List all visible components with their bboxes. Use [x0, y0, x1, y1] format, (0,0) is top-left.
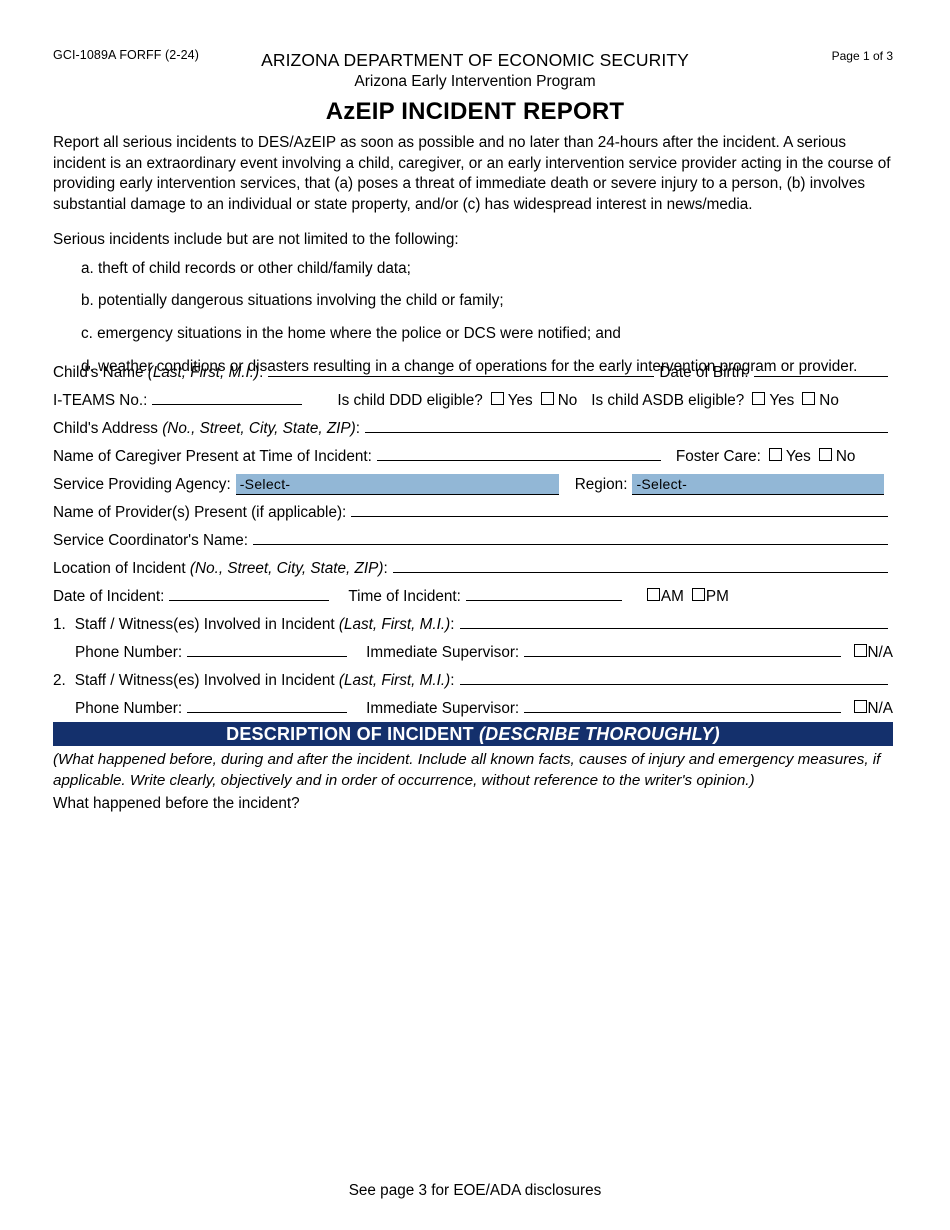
- providers-label: Name of Provider(s) Present (if applicab…: [53, 504, 347, 521]
- supervisor1-input[interactable]: [524, 642, 841, 657]
- form-page: GCI-1089A FORFF (2-24) Page 1 of 3 ARIZO…: [0, 0, 950, 1230]
- serious-incident-list: a. theft of child records or other child…: [53, 259, 893, 378]
- service-agency-select[interactable]: -Select-: [235, 474, 559, 495]
- ddd-yes-checkbox[interactable]: [490, 392, 504, 405]
- coordinator-label: Service Coordinator's Name:: [53, 532, 249, 549]
- description-note: (What happened before, during and after …: [53, 751, 881, 789]
- iteams-input[interactable]: [152, 390, 303, 405]
- caregiver-label: Name of Caregiver Present at Time of Inc…: [53, 448, 372, 465]
- am-label: AM: [660, 588, 684, 605]
- row-staff-1: 1. Staff / Witness(es) Involved in Incid…: [53, 614, 893, 642]
- child-name-label: Child's Name (Last, First, M.I.):: [53, 364, 264, 381]
- supervisor2-label: Immediate Supervisor:: [366, 700, 520, 717]
- time-incident-input[interactable]: [465, 586, 622, 601]
- service-agency-label: Service Providing Agency:: [53, 476, 231, 493]
- list-item: a. theft of child records or other child…: [81, 259, 411, 277]
- location-input[interactable]: [392, 558, 888, 573]
- providers-input[interactable]: [351, 502, 888, 517]
- supervisor1-na-checkbox[interactable]: [853, 644, 867, 657]
- supervisor2-na-checkbox[interactable]: [853, 700, 867, 713]
- staff2-input[interactable]: [459, 670, 888, 685]
- date-of-birth-input[interactable]: [753, 362, 888, 377]
- child-name-input[interactable]: [268, 362, 655, 377]
- description-banner: DESCRIPTION OF INCIDENT (DESCRIBE THOROU…: [53, 722, 893, 746]
- staff1-label: Staff / Witness(es) Involved in Incident…: [74, 616, 455, 633]
- child-address-label: Child's Address (No., Street, City, Stat…: [53, 420, 360, 437]
- phone2-label: Phone Number:: [75, 700, 183, 717]
- ddd-no-label: No: [557, 392, 578, 409]
- program-name: Arizona Early Intervention Program: [354, 73, 596, 90]
- supervisor1-na-label: N/A: [867, 644, 894, 661]
- row-providers: Name of Provider(s) Present (if applicab…: [53, 502, 893, 530]
- location-label: Location of Incident (No., Street, City,…: [53, 560, 388, 577]
- row-date-time-incident: Date of Incident: Time of Incident: AM P…: [53, 586, 893, 614]
- ddd-eligible-label: Is child DDD eligible?: [337, 392, 483, 409]
- supervisor2-na-label: N/A: [867, 700, 894, 717]
- staff1-input[interactable]: [459, 614, 888, 629]
- phone1-label: Phone Number:: [75, 644, 183, 661]
- row-coordinator: Service Coordinator's Name:: [53, 530, 893, 558]
- row-phone-supervisor-1: Phone Number: Immediate Supervisor: N/A: [53, 642, 893, 670]
- row-child-address: Child's Address (No., Street, City, Stat…: [53, 418, 893, 446]
- page-title: AzEIP INCIDENT REPORT: [325, 98, 625, 125]
- list-item: c. emergency situations in the home wher…: [81, 324, 621, 342]
- row-child-name: Child's Name (Last, First, M.I.): Date o…: [53, 362, 893, 390]
- region-label: Region:: [574, 476, 628, 493]
- bullets-lead-in: Serious incidents include but are not li…: [53, 230, 459, 248]
- description-question: What happened before the incident?: [53, 795, 300, 812]
- region-select[interactable]: -Select-: [632, 474, 885, 495]
- ddd-yes-label: Yes: [507, 392, 533, 409]
- staff1-number: 1.: [53, 616, 66, 633]
- foster-care-yes-label: Yes: [785, 448, 811, 465]
- time-incident-label: Time of Incident:: [348, 588, 461, 605]
- asdb-no-checkbox[interactable]: [802, 392, 816, 405]
- foster-care-label: Foster Care:: [675, 448, 761, 465]
- iteams-label: I-TEAMS No.:: [53, 392, 148, 409]
- child-address-input[interactable]: [364, 418, 888, 433]
- am-checkbox[interactable]: [646, 588, 660, 601]
- banner-main-text: DESCRIPTION OF INCIDENT: [226, 724, 479, 744]
- foster-care-no-checkbox[interactable]: [818, 448, 832, 461]
- intro-section: Report all serious incidents to DES/AzEI…: [53, 133, 893, 389]
- banner-italic-text: (DESCRIBE THOROUGHLY): [478, 724, 720, 744]
- supervisor1-label: Immediate Supervisor:: [366, 644, 520, 661]
- asdb-no-label: No: [819, 392, 839, 409]
- foster-care-yes-checkbox[interactable]: [768, 448, 782, 461]
- staff2-label: Staff / Witness(es) Involved in Incident…: [74, 672, 455, 689]
- supervisor2-input[interactable]: [524, 698, 841, 713]
- foster-care-no-label: No: [835, 448, 856, 465]
- row-staff-2: 2. Staff / Witness(es) Involved in Incid…: [53, 670, 893, 698]
- agency-name: ARIZONA DEPARTMENT OF ECONOMIC SECURITY: [261, 50, 689, 70]
- asdb-yes-label: Yes: [769, 392, 795, 409]
- phone2-input[interactable]: [187, 698, 348, 713]
- staff2-number: 2.: [53, 672, 66, 689]
- row-caregiver: Name of Caregiver Present at Time of Inc…: [53, 446, 893, 474]
- asdb-yes-checkbox[interactable]: [752, 392, 766, 405]
- asdb-eligible-label: Is child ASDB eligible?: [591, 392, 745, 409]
- date-of-birth-label: Date of Birth:: [659, 364, 749, 381]
- date-incident-input[interactable]: [169, 586, 330, 601]
- pm-label: PM: [705, 588, 729, 605]
- agency-heading: ARIZONA DEPARTMENT OF ECONOMIC SECURITY …: [0, 50, 950, 92]
- form-fields: Child's Name (Last, First, M.I.): Date o…: [53, 362, 893, 726]
- intro-paragraph: Report all serious incidents to DES/AzEI…: [53, 134, 891, 214]
- pm-checkbox[interactable]: [691, 588, 705, 601]
- list-item: b. potentially dangerous situations invo…: [81, 292, 504, 310]
- row-location: Location of Incident (No., Street, City,…: [53, 558, 893, 586]
- phone1-input[interactable]: [187, 642, 348, 657]
- row-iteams-eligibility: I-TEAMS No.: Is child DDD eligible? Yes …: [53, 390, 893, 418]
- caregiver-input[interactable]: [376, 446, 661, 461]
- footer-disclosure: See page 3 for EOE/ADA disclosures: [348, 1182, 602, 1199]
- row-agency-region: Service Providing Agency: -Select- Regio…: [53, 474, 893, 502]
- date-incident-label: Date of Incident:: [53, 588, 165, 605]
- coordinator-input[interactable]: [253, 530, 888, 545]
- ddd-no-checkbox[interactable]: [540, 392, 554, 405]
